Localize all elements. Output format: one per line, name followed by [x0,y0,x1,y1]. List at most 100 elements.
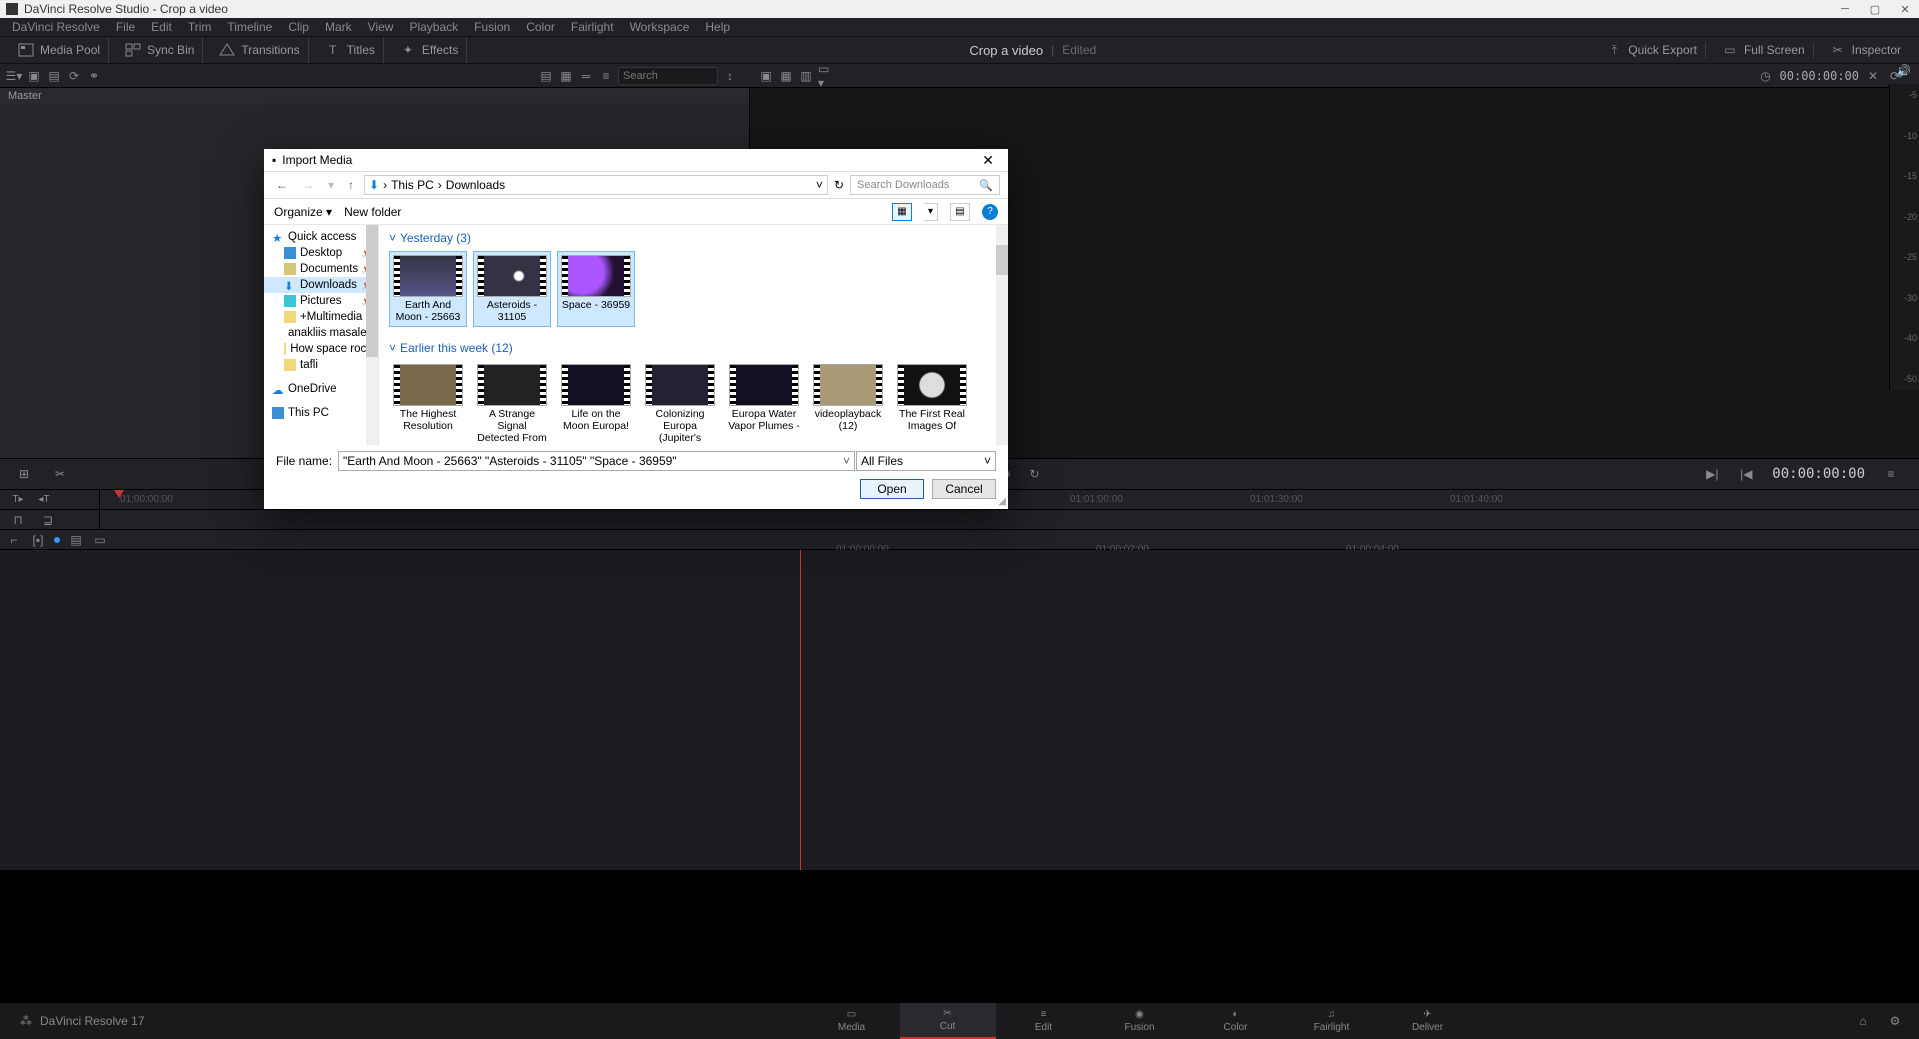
tab-deliver[interactable]: ✈Deliver [1380,1003,1476,1039]
sidebar-item-desktop[interactable]: Desktop📌 [264,245,378,261]
nav-forward-icon[interactable]: → [298,178,318,192]
quick-export-icon[interactable]: ⤒ [1606,42,1622,58]
menu-davinci[interactable]: DaVinci Resolve [4,18,108,36]
menu-workspace[interactable]: Workspace [622,18,698,36]
titles-icon[interactable]: T [325,42,341,58]
sidebar-onedrive[interactable]: ☁OneDrive [264,381,378,397]
sidebar-item-howspace[interactable]: How space rock [264,341,378,357]
tab-edit[interactable]: ≡Edit [996,1003,1092,1039]
sync-bin-icon[interactable] [125,42,141,58]
sync-icon[interactable]: ⟳ [66,68,82,84]
flag-blue[interactable] [54,537,60,543]
file-item[interactable]: videoplayback (12) [809,361,887,445]
file-item[interactable]: Colonizing Europa (Jupiter's [641,361,719,445]
titles-label[interactable]: Titles [347,43,375,57]
menu-help[interactable]: Help [697,18,738,36]
loop-icon[interactable]: ↻ [1027,466,1043,482]
scope-icon[interactable]: ◷ [1758,68,1774,84]
menu-clip[interactable]: Clip [280,18,317,36]
link-selection-icon[interactable]: ⊒ [40,512,56,528]
sidebar-scrollbar[interactable] [366,225,378,445]
sidebar-item-documents[interactable]: Documents📌 [264,261,378,277]
import-media-icon[interactable]: ▣ [26,68,42,84]
nav-recent-icon[interactable]: ▾ [324,178,338,192]
file-group-yesterday[interactable]: ˅Yesterday (3) [383,229,1004,247]
transitions-icon[interactable] [219,42,235,58]
timeline-zoom-full-icon[interactable]: T▸ [10,492,26,508]
sync-bin-label[interactable]: Sync Bin [147,43,194,57]
tab-media[interactable]: ▭Media [804,1003,900,1039]
nav-back-icon[interactable]: ← [272,178,292,192]
crumb-thispc[interactable]: This PC [391,178,434,192]
quick-export-label[interactable]: Quick Export [1628,43,1697,57]
media-pool-label[interactable]: Media Pool [40,43,100,57]
resize-grip[interactable]: ◢ [998,496,1006,507]
inspector-label[interactable]: Inspector [1852,43,1901,57]
full-screen-icon[interactable]: ▭ [1722,42,1738,58]
menu-color[interactable]: Color [518,18,563,36]
dialog-search[interactable]: Search Downloads 🔍 [850,175,1000,195]
full-screen-label[interactable]: Full Screen [1744,43,1805,57]
file-item[interactable]: The Highest Resolution [389,361,467,445]
tab-color[interactable]: ◐Color [1188,1003,1284,1039]
bin-header[interactable]: Master [0,88,749,104]
transport-menu-icon[interactable]: ≡ [1883,466,1899,482]
cancel-button[interactable]: Cancel [932,479,996,499]
options-icon[interactable]: ▭ [92,532,108,548]
file-item[interactable]: Asteroids - 31105 [473,251,551,327]
file-item[interactable]: The First Real Images Of [893,361,971,445]
viewer-mode1-icon[interactable]: ▦ [778,68,794,84]
help-button[interactable]: ? [982,204,998,220]
menu-mark[interactable]: Mark [317,18,360,36]
playhead-line[interactable] [800,550,801,870]
snap-icon[interactable]: ⊓ [10,512,26,528]
jump-out-icon[interactable]: |◀ [1738,466,1754,482]
menu-file[interactable]: File [108,18,143,36]
menu-timeline[interactable]: Timeline [219,18,280,36]
open-button[interactable]: Open [860,479,924,499]
menu-playback[interactable]: Playback [401,18,466,36]
import-folder-icon[interactable]: ▤ [46,68,62,84]
bypass-icon[interactable]: ✕ [1865,68,1881,84]
link-icon[interactable]: ⚭ [86,68,102,84]
sidebar-quick-access[interactable]: ★ Quick access [264,229,378,245]
view-dropdown-button[interactable]: ▾ [924,203,938,221]
close-button[interactable]: ✕ [1897,1,1913,17]
tab-fusion[interactable]: ◉Fusion [1092,1003,1188,1039]
nav-up-icon[interactable]: ↑ [344,178,358,192]
thumbnail-view-icon[interactable]: ▦ [558,68,574,84]
dialog-close-button[interactable]: ✕ [976,152,1000,169]
search-input[interactable] [618,67,718,85]
menu-trim[interactable]: Trim [180,18,220,36]
address-bar[interactable]: ⬇ › This PC › Downloads ˅ [364,175,828,195]
bin-list-icon[interactable]: ☰▾ [6,68,22,84]
organize-button[interactable]: Organize ▾ [274,205,332,219]
razor-icon[interactable]: ⌐ [6,532,22,548]
sidebar-item-pictures[interactable]: Pictures📌 [264,293,378,309]
file-item[interactable]: Earth And Moon - 25663 [389,251,467,327]
menu-fairlight[interactable]: Fairlight [563,18,622,36]
viewer-mode2-icon[interactable]: ▥ [798,68,814,84]
transitions-label[interactable]: Transitions [241,43,299,57]
file-item[interactable]: Space - 36959 [557,251,635,327]
timeline-zoom-detail-icon[interactable]: ◂T [36,492,52,508]
menu-edit[interactable]: Edit [143,18,180,36]
timeline-tracks[interactable] [0,550,1919,870]
tab-fairlight[interactable]: ♫Fairlight [1284,1003,1380,1039]
effects-icon[interactable]: ✦ [400,42,416,58]
sidebar-thispc[interactable]: This PC [264,405,378,421]
sidebar-item-tafli[interactable]: tafli [264,357,378,373]
file-filter-select[interactable]: All Files˅ [856,451,996,471]
minimize-button[interactable]: ─ [1837,1,1853,17]
strip-view-icon[interactable]: ═ [578,68,594,84]
preview-pane-button[interactable]: ▤ [950,203,970,221]
flag-dropdown-icon[interactable]: ▤ [68,532,84,548]
metadata-view-icon[interactable]: ▤ [538,68,554,84]
list-view-icon[interactable]: ≡ [598,68,614,84]
sort-icon[interactable]: ↕ [722,68,738,84]
jump-in-icon[interactable]: ▶| [1704,466,1720,482]
tab-cut[interactable]: ✂Cut [900,1003,996,1039]
filename-input[interactable] [338,451,855,471]
file-group-earlier[interactable]: ˅Earlier this week (12) [383,339,1004,357]
viewer-options-icon[interactable]: ▭ ▾ [818,68,834,84]
